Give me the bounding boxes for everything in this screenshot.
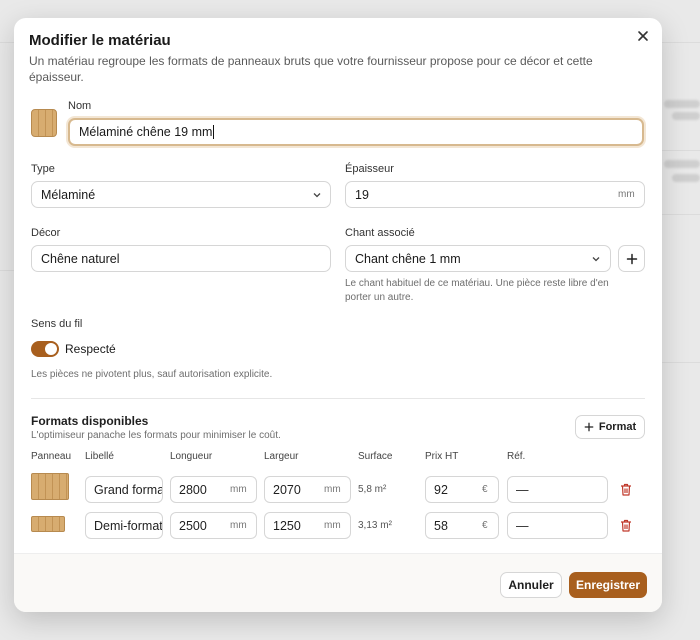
epaisseur-label: Épaisseur [345,163,394,175]
longueur-value: 2500 [179,518,207,533]
header-prix: Prix HT [425,451,459,462]
plus-icon [584,422,594,432]
cancel-button[interactable]: Annuler [500,572,562,598]
currency-unit: € [482,520,488,531]
background-blur [672,112,700,120]
chevron-down-icon [592,257,600,262]
background-divider [0,270,14,271]
longueur-unit: mm [230,484,247,495]
prix-value: 58 [434,518,448,533]
formats-subtitle: L'optimiseur panache les formats pour mi… [31,430,281,441]
libelle-input[interactable]: Grand format [85,476,163,503]
close-icon[interactable] [636,29,650,43]
chant-hint: Le chant habituel de ce matériau. Une pi… [345,278,609,303]
epaisseur-unit: mm [618,189,635,200]
libelle-input[interactable]: Demi-format [85,512,163,539]
header-surface: Surface [358,451,393,462]
longueur-value: 2800 [179,482,207,497]
prix-input[interactable]: 92 € [425,476,499,503]
section-divider [31,398,645,399]
header-largeur: Largeur [264,451,299,462]
text-cursor [213,125,215,139]
largeur-value: 1250 [273,518,301,533]
epaisseur-input[interactable]: 19 mm [345,181,645,208]
ref-value: — [516,518,529,533]
decor-input[interactable]: Chêne naturel [31,245,331,272]
longueur-input[interactable]: 2800 mm [170,476,257,503]
libelle-value: Grand format [94,482,163,497]
trash-icon[interactable] [620,483,632,496]
edit-material-dialog: Modifier le matériau Un matériau regroup… [14,18,662,612]
trash-icon[interactable] [620,519,632,532]
toggle-knob [45,343,57,355]
currency-unit: € [482,484,488,495]
header-ref: Réf. [507,451,526,462]
chant-select[interactable]: Chant chêne 1 mm [345,245,611,272]
background-blur [664,160,700,168]
prix-value: 92 [434,482,448,497]
sens-fil-label: Sens du fil [31,318,83,330]
background-blur [672,174,700,182]
save-button[interactable]: Enregistrer [569,572,647,598]
largeur-value: 2070 [273,482,301,497]
plus-icon [626,253,637,264]
surface-value: 3,13 m² [358,520,392,531]
background-divider [662,150,700,151]
ref-value: — [516,482,529,497]
type-label: Type [31,163,55,175]
largeur-unit: mm [324,520,341,531]
header-longueur: Longueur [170,451,213,462]
nom-value: Mélaminé chêne 19 mm [79,125,213,139]
nom-input[interactable]: Mélaminé chêne 19 mm [68,118,644,146]
ref-input[interactable]: — [507,512,608,539]
panel-thumbnail [31,473,69,500]
type-select[interactable]: Mélaminé [31,181,331,208]
largeur-input[interactable]: 2070 mm [264,476,351,503]
sens-fil-toggle[interactable] [31,341,59,357]
type-value: Mélaminé [41,187,96,202]
panel-thumbnail [31,516,65,532]
chant-label: Chant associé [345,227,415,239]
surface-value: 5,8 m² [358,484,387,495]
decor-value: Chêne naturel [41,251,120,266]
add-format-label: Format [598,421,637,433]
longueur-unit: mm [230,520,247,531]
sens-fil-toggle-label: Respecté [65,342,116,356]
add-format-button[interactable]: Format [575,415,645,439]
background-divider [662,214,700,215]
chant-value: Chant chêne 1 mm [355,251,461,266]
header-libelle: Libellé [85,451,114,462]
largeur-unit: mm [324,484,341,495]
add-chant-button[interactable] [618,245,645,272]
sens-fil-hint: Les pièces ne pivotent plus, sauf autori… [31,369,273,380]
chevron-down-icon [313,193,321,198]
formats-title: Formats disponibles [31,414,149,428]
dialog-footer: Annuler Enregistrer [14,553,662,612]
dialog-title: Modifier le matériau [29,32,171,49]
epaisseur-value: 19 [355,187,369,202]
background-blur [664,100,700,108]
prix-input[interactable]: 58 € [425,512,499,539]
nom-label: Nom [68,100,92,112]
longueur-input[interactable]: 2500 mm [170,512,257,539]
header-panneau: Panneau [31,451,72,462]
dialog-description: Un matériau regroupe les formats de pann… [29,54,593,84]
ref-input[interactable]: — [507,476,608,503]
largeur-input[interactable]: 1250 mm [264,512,351,539]
libelle-value: Demi-format [94,518,163,533]
decor-label: Décor [31,227,61,239]
background-divider [662,362,700,363]
material-swatch[interactable] [31,109,57,137]
